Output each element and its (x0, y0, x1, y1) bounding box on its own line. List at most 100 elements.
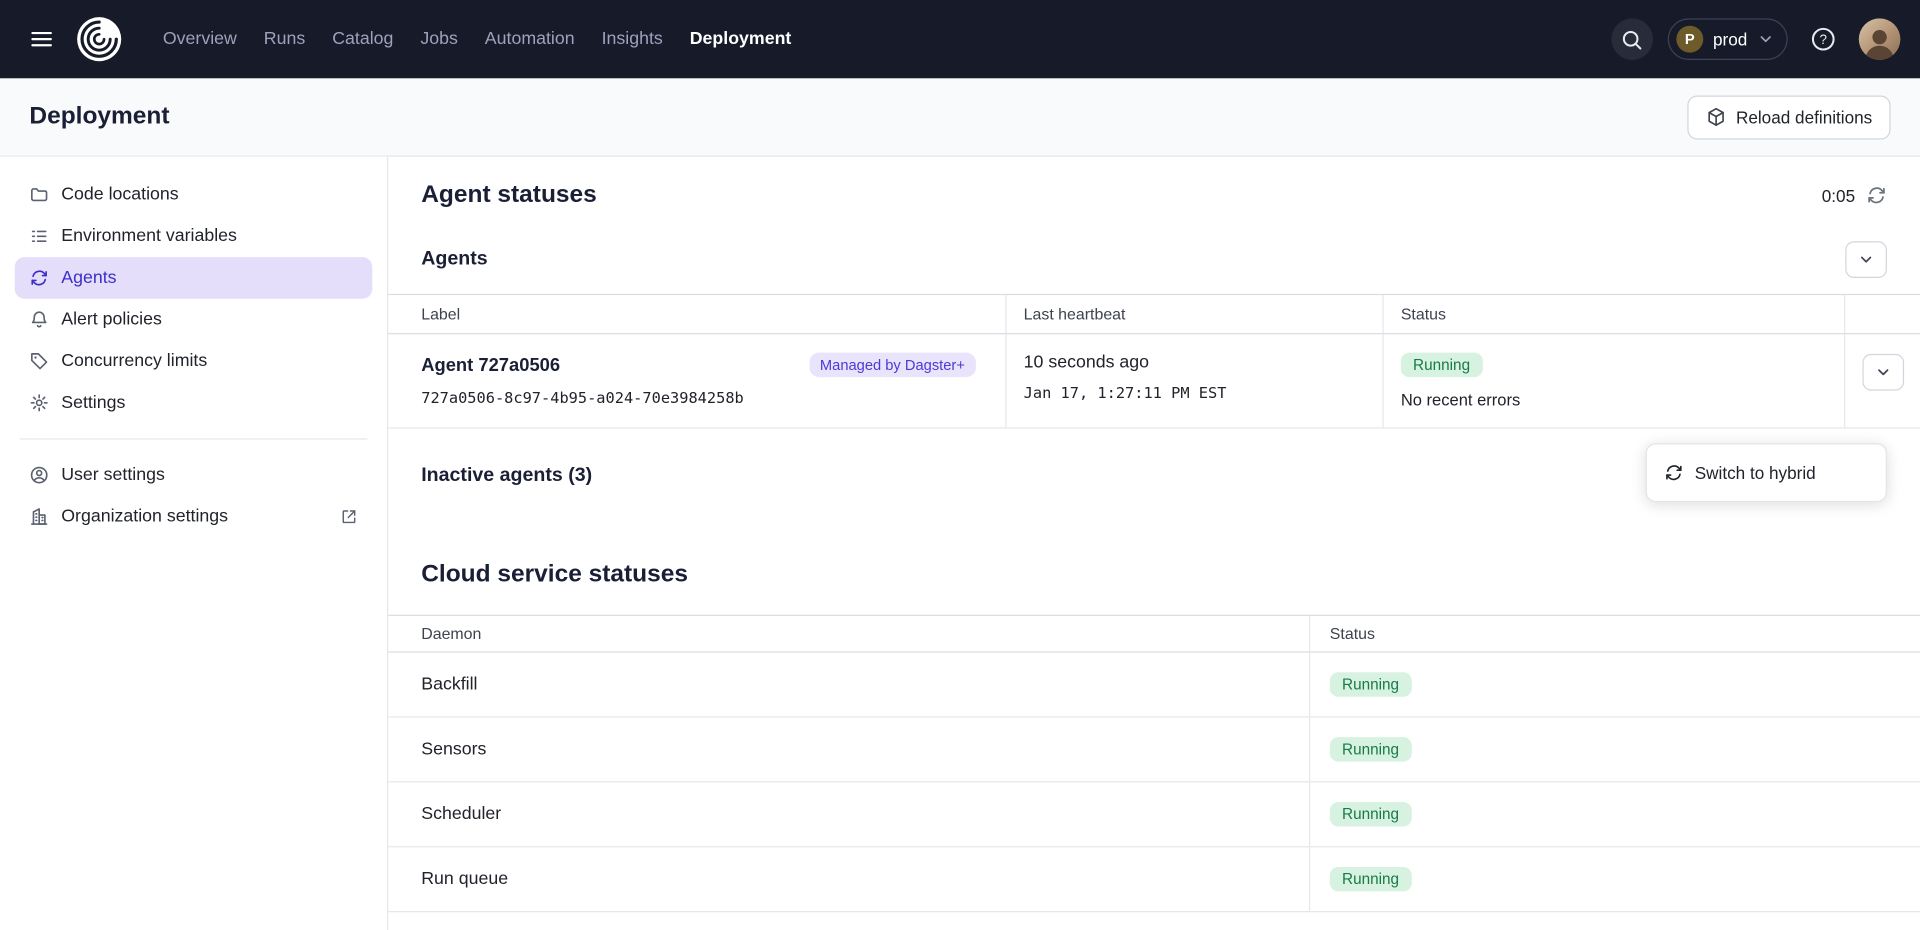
building-icon (29, 507, 49, 527)
agent-row-actions-button[interactable] (1862, 354, 1904, 391)
column-header-last-heartbeat: Last heartbeat (1007, 295, 1384, 333)
deployment-switcher[interactable]: P prod (1668, 18, 1788, 60)
daemon-name: Run queue (388, 847, 1310, 911)
deployment-name: prod (1713, 29, 1747, 49)
sidebar-item-label: Environment variables (61, 227, 237, 247)
navbar-right-cluster: P prod ? (1611, 18, 1900, 60)
tag-icon (29, 351, 49, 371)
agent-sync-icon (1664, 463, 1684, 483)
daemon-status-badge: Running (1330, 802, 1412, 826)
rows-icon (29, 227, 49, 247)
sidebar-item-organization-settings[interactable]: Organization settings (15, 496, 373, 538)
reload-definitions-button[interactable]: Reload definitions (1687, 95, 1891, 139)
agents-table-header: Label Last heartbeat Status (388, 295, 1920, 334)
column-header-label: Label (388, 295, 1006, 333)
managed-badge: Managed by Dagster+ (809, 353, 976, 377)
nav-item-jobs[interactable]: Jobs (407, 20, 471, 59)
page-title: Deployment (29, 103, 169, 131)
sidebar-item-user-settings[interactable]: User settings (15, 454, 373, 496)
daemon-name: Sensors (388, 718, 1310, 782)
page-header: Deployment Reload definitions (0, 78, 1920, 156)
agents-table: Label Last heartbeat Status Agent 727a05… (388, 294, 1920, 429)
svg-text:?: ? (1820, 32, 1827, 47)
top-navbar: Overview Runs Catalog Jobs Automation In… (0, 0, 1920, 78)
sidebar-item-label: Alert policies (61, 310, 162, 330)
sidebar-item-concurrency-limits[interactable]: Concurrency limits (15, 340, 373, 382)
sidebar-item-label: User settings (61, 465, 165, 485)
daemon-row-backfill: Backfill Running (388, 653, 1920, 718)
daemon-status-badge: Running (1330, 867, 1412, 891)
menu-item-label: Switch to hybrid (1695, 463, 1816, 483)
reload-definitions-label: Reload definitions (1736, 107, 1872, 127)
sidebar-item-label: Concurrency limits (61, 351, 207, 371)
nav-item-insights[interactable]: Insights (588, 20, 676, 59)
sidebar-item-label: Agents (61, 268, 116, 288)
agent-id: 727a0506-8c97-4b95-a024-70e3984258b (421, 388, 988, 406)
column-header-status: Status (1384, 295, 1846, 333)
agents-options-menu: Switch to hybrid (1646, 443, 1887, 502)
dagster-logo-icon (76, 16, 123, 63)
agent-status-note: No recent errors (1401, 391, 1827, 409)
deployment-sidebar: Code locations Environment variables Age… (0, 157, 388, 930)
sidebar-item-label: Code locations (61, 185, 178, 205)
search-button[interactable] (1611, 18, 1653, 60)
agent-status-cell: Running No recent errors (1384, 334, 1846, 427)
deployment-initial-badge: P (1676, 26, 1703, 53)
agent-label-cell: Agent 727a0506 Managed by Dagster+ 727a0… (388, 334, 1006, 427)
hamburger-menu-button[interactable] (20, 17, 64, 61)
sidebar-item-code-locations[interactable]: Code locations (15, 174, 373, 216)
screen: Overview Runs Catalog Jobs Automation In… (0, 0, 1920, 930)
main-content: Agent statuses 0:05 Agents (388, 157, 1920, 930)
heartbeat-relative: 10 seconds ago (1024, 353, 1366, 373)
chevron-down-icon (1757, 31, 1774, 48)
daemon-name: Scheduler (388, 782, 1310, 846)
sidebar-item-label: Organization settings (61, 507, 228, 527)
nav-item-overview[interactable]: Overview (149, 20, 250, 59)
nav-item-catalog[interactable]: Catalog (319, 20, 407, 59)
column-header-daemon: Daemon (388, 616, 1310, 652)
agent-sync-icon (29, 268, 49, 288)
daemon-row-sensors: Sensors Running (388, 718, 1920, 783)
sidebar-item-environment-variables[interactable]: Environment variables (15, 216, 373, 258)
bell-icon (29, 310, 49, 330)
sidebar-item-agents[interactable]: Agents (15, 257, 373, 299)
sidebar-item-settings[interactable]: Settings (15, 382, 373, 424)
help-button[interactable]: ? (1802, 18, 1844, 60)
nav-item-automation[interactable]: Automation (471, 20, 588, 59)
cloud-services-table: Daemon Status Backfill Running Sensors R… (388, 615, 1920, 913)
column-header-actions (1845, 295, 1920, 333)
nav-item-runs[interactable]: Runs (250, 20, 318, 59)
agent-row: Agent 727a0506 Managed by Dagster+ 727a0… (388, 334, 1920, 428)
gear-icon (29, 393, 49, 413)
chevron-down-icon (1875, 364, 1892, 381)
dagster-app: Overview Runs Catalog Jobs Automation In… (0, 0, 1920, 930)
inactive-agents-heading: Inactive agents (3) (421, 465, 592, 487)
reload-package-icon (1705, 107, 1726, 128)
nav-item-deployment[interactable]: Deployment (676, 20, 805, 59)
agents-options-dropdown-button[interactable] (1845, 241, 1887, 278)
chevron-down-icon (1858, 251, 1875, 268)
cloud-service-statuses-heading: Cloud service statuses (421, 561, 688, 589)
agent-status-badge: Running (1401, 353, 1483, 377)
daemon-name: Backfill (388, 653, 1310, 717)
folder-icon (29, 185, 49, 205)
external-link-icon (340, 508, 357, 525)
search-icon (1621, 28, 1644, 51)
sidebar-item-label: Settings (61, 393, 125, 413)
agent-statuses-heading: Agent statuses (421, 181, 597, 209)
hamburger-icon (29, 27, 53, 51)
agent-heartbeat-cell: 10 seconds ago Jan 17, 1:27:11 PM EST (1007, 334, 1384, 427)
primary-nav: Overview Runs Catalog Jobs Automation In… (149, 20, 804, 59)
refresh-button[interactable] (1866, 185, 1887, 206)
agent-name: Agent 727a0506 (421, 354, 560, 375)
cloud-table-header: Daemon Status (388, 616, 1920, 653)
menu-item-switch-to-hybrid[interactable]: Switch to hybrid (1652, 449, 1881, 496)
refresh-countdown: 0:05 (1822, 186, 1855, 206)
user-avatar[interactable] (1859, 18, 1901, 60)
refresh-icon (1866, 185, 1887, 206)
help-icon: ? (1810, 26, 1837, 53)
sidebar-item-alert-policies[interactable]: Alert policies (15, 299, 373, 341)
daemon-status-badge: Running (1330, 672, 1412, 696)
heartbeat-timestamp: Jan 17, 1:27:11 PM EST (1024, 383, 1366, 401)
agent-actions-cell (1845, 334, 1920, 427)
